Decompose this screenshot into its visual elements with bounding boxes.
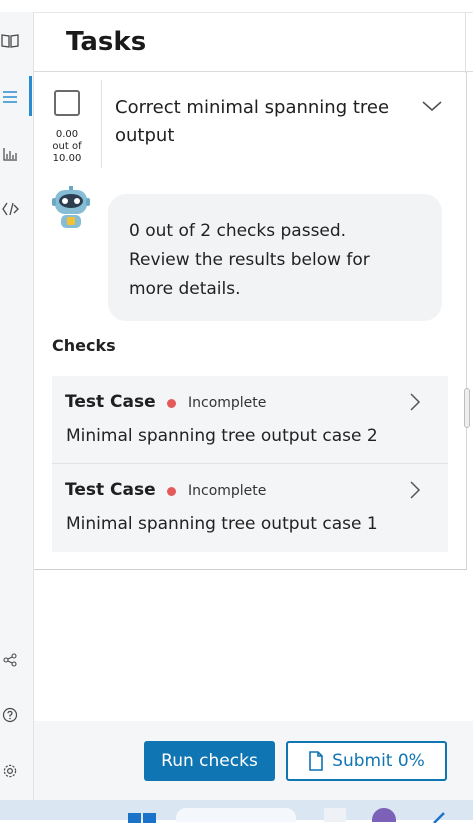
divider (101, 80, 102, 168)
check-type: Test Case (65, 480, 156, 500)
header-edge (465, 13, 473, 73)
page-title: Tasks (66, 27, 147, 57)
robot-avatar-icon (52, 186, 90, 230)
os-taskbar (0, 800, 473, 824)
assistant-message: 0 out of 2 checks passed. Review the res… (108, 194, 442, 321)
settings-icon[interactable] (0, 760, 20, 782)
chart-icon[interactable] (0, 143, 20, 165)
task-title: Correct minimal spanning tree output (115, 97, 390, 146)
score-max: 10.00 (52, 153, 82, 164)
panel-header: Tasks (34, 12, 473, 73)
message-line: 0 out of 2 checks passed. (129, 221, 347, 241)
document-icon (309, 751, 323, 771)
run-checks-button[interactable]: Run checks (144, 741, 275, 781)
chevron-right-icon[interactable] (406, 480, 424, 500)
book-icon[interactable] (0, 30, 20, 52)
scrollbar-thumb[interactable] (464, 388, 470, 428)
task-score: 0.00 out of 10.00 (44, 129, 90, 165)
chevron-right-icon[interactable] (406, 392, 424, 412)
check-name: Minimal spanning tree output case 1 (66, 514, 378, 534)
check-row[interactable]: Test Case Incomplete Minimal spanning tr… (52, 464, 448, 552)
code-icon[interactable] (0, 198, 20, 220)
window-top-edge (0, 0, 473, 12)
task-checkbox[interactable] (54, 90, 80, 116)
score-value: 0.00 (55, 129, 79, 140)
check-row[interactable]: Test Case Incomplete Minimal spanning tr… (52, 376, 448, 464)
submit-button[interactable]: Submit 0% (286, 741, 447, 781)
status-dot-icon (167, 487, 176, 496)
chevron-down-icon[interactable] (420, 94, 444, 118)
left-rail (0, 12, 34, 800)
task-panel: 0.00 out of 10.00 Correct minimal spanni… (34, 72, 467, 570)
score-out-of: out of (52, 141, 82, 152)
message-line: Review the results below for (129, 250, 370, 270)
message-line: more details. (129, 279, 241, 299)
status-badge: Incomplete (188, 395, 267, 411)
check-type: Test Case (65, 392, 156, 412)
checks-heading: Checks (52, 336, 116, 355)
share-icon[interactable] (0, 649, 20, 671)
action-footer: Run checks Submit 0% (34, 721, 473, 800)
list-icon[interactable] (0, 86, 20, 108)
status-badge: Incomplete (188, 483, 267, 499)
active-indicator (29, 76, 32, 116)
submit-label: Submit 0% (332, 751, 425, 771)
help-icon[interactable] (0, 704, 20, 726)
check-name: Minimal spanning tree output case 2 (66, 426, 378, 446)
status-dot-icon (167, 399, 176, 408)
